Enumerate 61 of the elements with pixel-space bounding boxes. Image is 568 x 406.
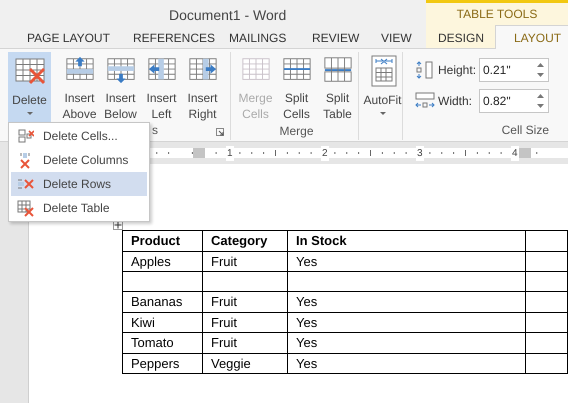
column-marker[interactable]: [193, 148, 205, 158]
table-cell: Peppers: [131, 356, 180, 370]
contextual-tab-group-label: TABLE TOOLS: [456, 6, 538, 23]
table-cell: Yes: [296, 294, 318, 309]
column-header: In Stock: [296, 233, 347, 248]
delete-cells-icon: [17, 128, 34, 144]
field-label: Height:: [438, 62, 476, 78]
group-label: Merge: [278, 123, 314, 140]
field-label: Width:: [438, 92, 474, 110]
caret-icon: [26, 112, 32, 115]
ribbon-button[interactable]: Insert Above: [59, 52, 100, 122]
row-height-icon: [415, 60, 435, 78]
column-header: Category: [211, 233, 268, 248]
menu-item[interactable]: Delete Table: [11, 196, 147, 220]
menu-item[interactable]: Delete Cells...: [11, 124, 147, 148]
spin-arrows-icon[interactable]: [537, 92, 544, 108]
ribbon-button[interactable]: Insert Below: [100, 52, 141, 122]
delete-table-icon: [17, 200, 34, 216]
table-cell: Veggie: [211, 356, 251, 370]
menu-item[interactable]: Delete Columns: [11, 148, 147, 172]
table-cell: Fruit: [211, 335, 237, 350]
ruler-number: 2: [321, 146, 329, 161]
table-cell: Fruit: [211, 294, 237, 309]
ribbon-button[interactable]: Insert Left: [141, 52, 182, 122]
table-cell: Yes: [296, 254, 318, 268]
caret-icon: [380, 112, 386, 115]
table-cell: Fruit: [211, 314, 237, 330]
table-cell: Kiwi: [131, 314, 155, 330]
ruler-number: 1: [226, 146, 234, 161]
table-cell: Yes: [296, 356, 318, 370]
dialog-launcher-icon[interactable]: [216, 128, 224, 136]
spin-field[interactable]: 0.82": [479, 88, 549, 112]
ribbon-tab[interactable]: REVIEW: [312, 25, 360, 48]
table-cell: Fruit: [211, 254, 237, 268]
window-title: Document1 - Word: [169, 6, 286, 25]
table-cell: Tomato: [131, 335, 174, 350]
ribbon-button[interactable]: Insert Right: [182, 52, 223, 122]
table-cell: Apples: [131, 254, 171, 268]
ribbon-tab[interactable]: DESIGN: [438, 25, 484, 48]
table-cell: Yes: [296, 335, 318, 350]
menu-item[interactable]: Delete Rows: [11, 172, 147, 196]
table-cell: Bananas: [131, 294, 182, 309]
column-width-icon: [415, 92, 435, 110]
group-label: Cell Size: [502, 122, 549, 139]
spin-arrows-icon[interactable]: [537, 62, 544, 78]
ruler-number: 3: [416, 146, 424, 161]
ribbon-button[interactable]: Split Cells: [276, 52, 317, 122]
column-marker[interactable]: [519, 148, 531, 158]
ruler-number: 4: [511, 146, 519, 161]
column-header: Product: [131, 233, 180, 248]
spin-field[interactable]: 0.21": [479, 58, 549, 82]
ribbon-tab[interactable]: VIEW: [381, 25, 412, 48]
ribbon-button[interactable]: Delete: [8, 52, 51, 122]
table-cell: Yes: [296, 314, 318, 330]
ribbon-button[interactable]: AutoFit: [363, 52, 402, 122]
ribbon-tab[interactable]: PAGE LAYOUT: [27, 25, 110, 48]
ribbon-tab[interactable]: LAYOUT: [495, 25, 568, 49]
ribbon-button[interactable]: Split Table: [317, 52, 358, 122]
ribbon-tab[interactable]: MAILINGS: [229, 25, 286, 48]
ribbon-tab[interactable]: REFERENCES: [133, 25, 216, 48]
group-label: s: [152, 122, 158, 139]
